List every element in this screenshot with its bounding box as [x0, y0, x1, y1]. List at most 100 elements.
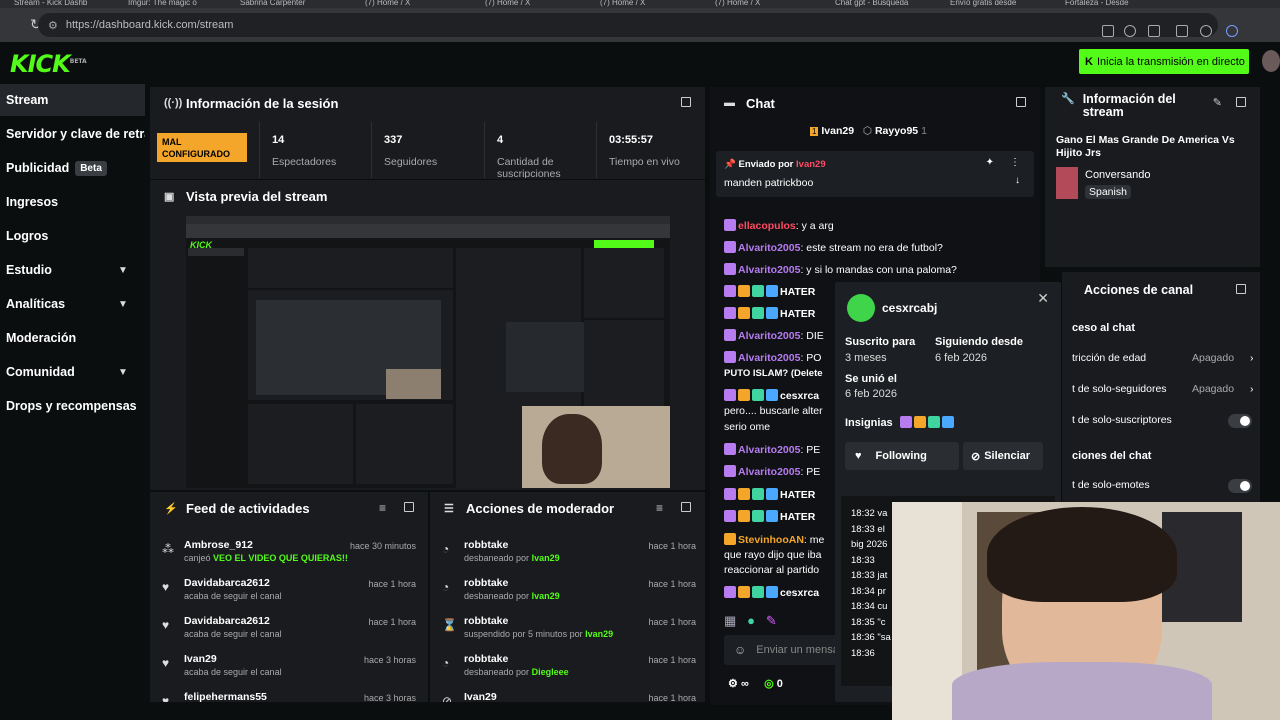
beta-badge: Beta — [75, 160, 107, 176]
copilot-icon[interactable] — [1226, 25, 1238, 37]
unban-icon: ◔ — [442, 542, 450, 556]
filter-icon[interactable]: ≡ — [656, 501, 663, 515]
sidebar-item-server-key[interactable]: Servidor y clave de retransmisión — [0, 118, 145, 150]
heart-icon: ♥ — [162, 580, 170, 594]
session-title: Información de la sesión — [186, 95, 339, 111]
browser-tab[interactable]: (7) Home / X — [365, 0, 445, 8]
emote-bar[interactable]: ▦ ● ✎ — [724, 613, 777, 629]
hourglass-icon: ⌛ — [442, 618, 457, 632]
setting-row[interactable]: t de solo-seguidores Apagado › — [1072, 383, 1254, 395]
sidebar-item-achievements[interactable]: Logros — [0, 220, 145, 252]
browser-tab[interactable]: Sabrina Carpenter — [240, 0, 330, 8]
list-item: ◔ robbtake desbaneado por Diegleee hace 1 h… — [442, 653, 696, 677]
following-button[interactable]: ♥ Following — [845, 442, 959, 470]
badges-row: Insignias — [845, 416, 956, 429]
go-live-button[interactable]: K Inicia la transmisión en directo — [1079, 49, 1249, 74]
chat-message: serio ome — [724, 421, 771, 433]
avatar[interactable] — [1262, 50, 1280, 72]
webcam-overlay — [892, 502, 1280, 720]
sidebar-item-revenue[interactable]: Ingresos — [0, 186, 145, 218]
extensions-icon[interactable] — [1148, 25, 1160, 37]
avatar — [847, 294, 875, 322]
bookmark-icon[interactable] — [1124, 25, 1136, 37]
profile-icon[interactable] — [1200, 25, 1212, 37]
gift-icon: ⬡ — [862, 125, 873, 137]
browser-tab[interactable]: (7) Home / X — [715, 0, 795, 8]
filter-icon[interactable]: ≡ — [379, 501, 386, 515]
emoji-icon[interactable]: ☺ — [734, 643, 746, 657]
subscribers-only-toggle[interactable] — [1228, 414, 1252, 428]
site-info-icon[interactable]: ⚙ — [48, 19, 58, 32]
activity-title: Feed de actividades — [186, 500, 310, 516]
sidebar-item-advertising[interactable]: Publicidad Beta — [0, 152, 145, 184]
popout-icon[interactable] — [681, 502, 691, 512]
points-icon: ◎ — [764, 678, 774, 690]
popout-icon[interactable] — [404, 502, 414, 512]
list-item: ♥ Davidabarca2612 acaba de seguir el canal… — [162, 615, 416, 639]
moderator-title: Acciones de moderador — [466, 500, 615, 516]
unpin-icon[interactable]: ✦ — [986, 157, 994, 168]
sidebar-item-moderation[interactable]: Moderación — [0, 322, 145, 354]
status-badge: MAL CONFIGURADO — [157, 133, 247, 162]
mute-button[interactable]: ⊘ Silenciar — [963, 442, 1043, 470]
chat-message: HATER — [724, 285, 815, 298]
sidebar-item-studio[interactable]: Estudio ▼ — [0, 254, 145, 286]
heart-icon: ♥ — [855, 450, 862, 462]
preview-title: Vista previa del stream — [186, 188, 328, 204]
sidebar-item-community[interactable]: Comunidad ▼ — [0, 356, 145, 388]
pinned-message: 📌 Enviado por Ivan29 manden patrickboo ✦… — [716, 151, 1034, 197]
browser-tab[interactable]: (7) Home / X — [600, 0, 680, 8]
list-item: ◔ robbtake desbaneado por Ivan29 hace 1 hor… — [442, 539, 696, 563]
popout-icon[interactable] — [1016, 97, 1026, 107]
setting-row[interactable]: tricción de edad Apagado › — [1072, 352, 1254, 364]
stat-viewers: 14 Espectadores — [259, 122, 369, 178]
chevron-down-icon: ▼ — [118, 366, 128, 378]
chevron-down-icon: ▼ — [118, 264, 128, 276]
list-item: ♥ Davidabarca2612 acaba de seguir el canal… — [162, 577, 416, 601]
browser-tab[interactable]: Chat gpt - Búsqueda — [835, 0, 925, 8]
list-item: ♥ Ivan29 acaba de seguir el canal hace 3 ho… — [162, 653, 416, 677]
sidebar-item-stream[interactable]: Stream — [0, 84, 145, 116]
address-bar[interactable]: ⚙ https://dashboard.kick.com/stream — [38, 13, 1218, 37]
sidebar-item-analytics[interactable]: Analíticas ▼ — [0, 288, 145, 320]
browser-tab[interactable]: Stream - Kick Dashb — [14, 0, 94, 8]
browser-tab[interactable]: Envío gratis desde — [950, 0, 1040, 8]
chat-bubble-icon: ▬ — [724, 97, 735, 109]
chat-message: reaccionar al partido — [724, 564, 820, 576]
browser-tab[interactable]: (7) Home / X — [485, 0, 565, 8]
edit-icon[interactable]: ✎ — [1213, 96, 1222, 109]
arrow-down-icon[interactable]: ↓ — [1015, 175, 1020, 186]
settings-icon[interactable]: ⚙ — [728, 678, 738, 690]
browser-tab-bar: Stream - Kick Dashb Imgur: The magic o S… — [0, 0, 1280, 8]
chevron-right-icon: › — [1250, 383, 1254, 395]
chevron-right-icon: › — [1250, 352, 1254, 364]
pin-icon: 📌 — [724, 159, 736, 170]
popout-icon[interactable] — [681, 97, 691, 107]
panel-header: ☰ Acciones de moderador — [430, 492, 705, 524]
close-icon[interactable]: ✕ — [1037, 290, 1049, 307]
chevron-down-icon: ▼ — [118, 298, 128, 310]
more-icon[interactable]: ⋮ — [1010, 157, 1020, 168]
reader-icon[interactable] — [1102, 25, 1114, 37]
sidebar-item-drops[interactable]: Drops y recompensas — [0, 390, 145, 422]
mute-icon: ⊘ — [971, 450, 981, 463]
heart-icon: ♥ — [162, 618, 170, 632]
popout-icon[interactable] — [1236, 284, 1246, 294]
emotes-only-toggle[interactable] — [1228, 479, 1252, 493]
stream-preview-video[interactable]: KICK — [186, 216, 670, 488]
chat-message: cesxrca — [724, 389, 819, 402]
favorites-icon[interactable] — [1176, 25, 1188, 37]
browser-tab[interactable]: Imgur: The magic o — [128, 0, 218, 8]
category-thumbnail — [1056, 167, 1078, 199]
activity-feed-panel: ⚡ Feed de actividades ≡ ⁂ Ambrose_912 canje… — [150, 492, 428, 702]
user-card-username: cesxrcabj — [882, 301, 938, 315]
top-gifters: 1 Ivan29 ⬡ Rayyo95 1 — [810, 125, 927, 137]
kick-logo[interactable]: KICKBETA — [10, 50, 87, 78]
popout-icon[interactable] — [1236, 97, 1246, 107]
chat-message: cesxrca — [724, 586, 819, 599]
broadcast-icon: ((·)) — [164, 97, 183, 109]
chat-message: que rayo dijo que iba — [724, 549, 822, 561]
list-item: ⊘ Ivan29 hace 1 hora — [430, 688, 708, 702]
video-icon: ▣ — [164, 190, 175, 203]
browser-tab[interactable]: Fortaleza - Desde — [1065, 0, 1155, 8]
